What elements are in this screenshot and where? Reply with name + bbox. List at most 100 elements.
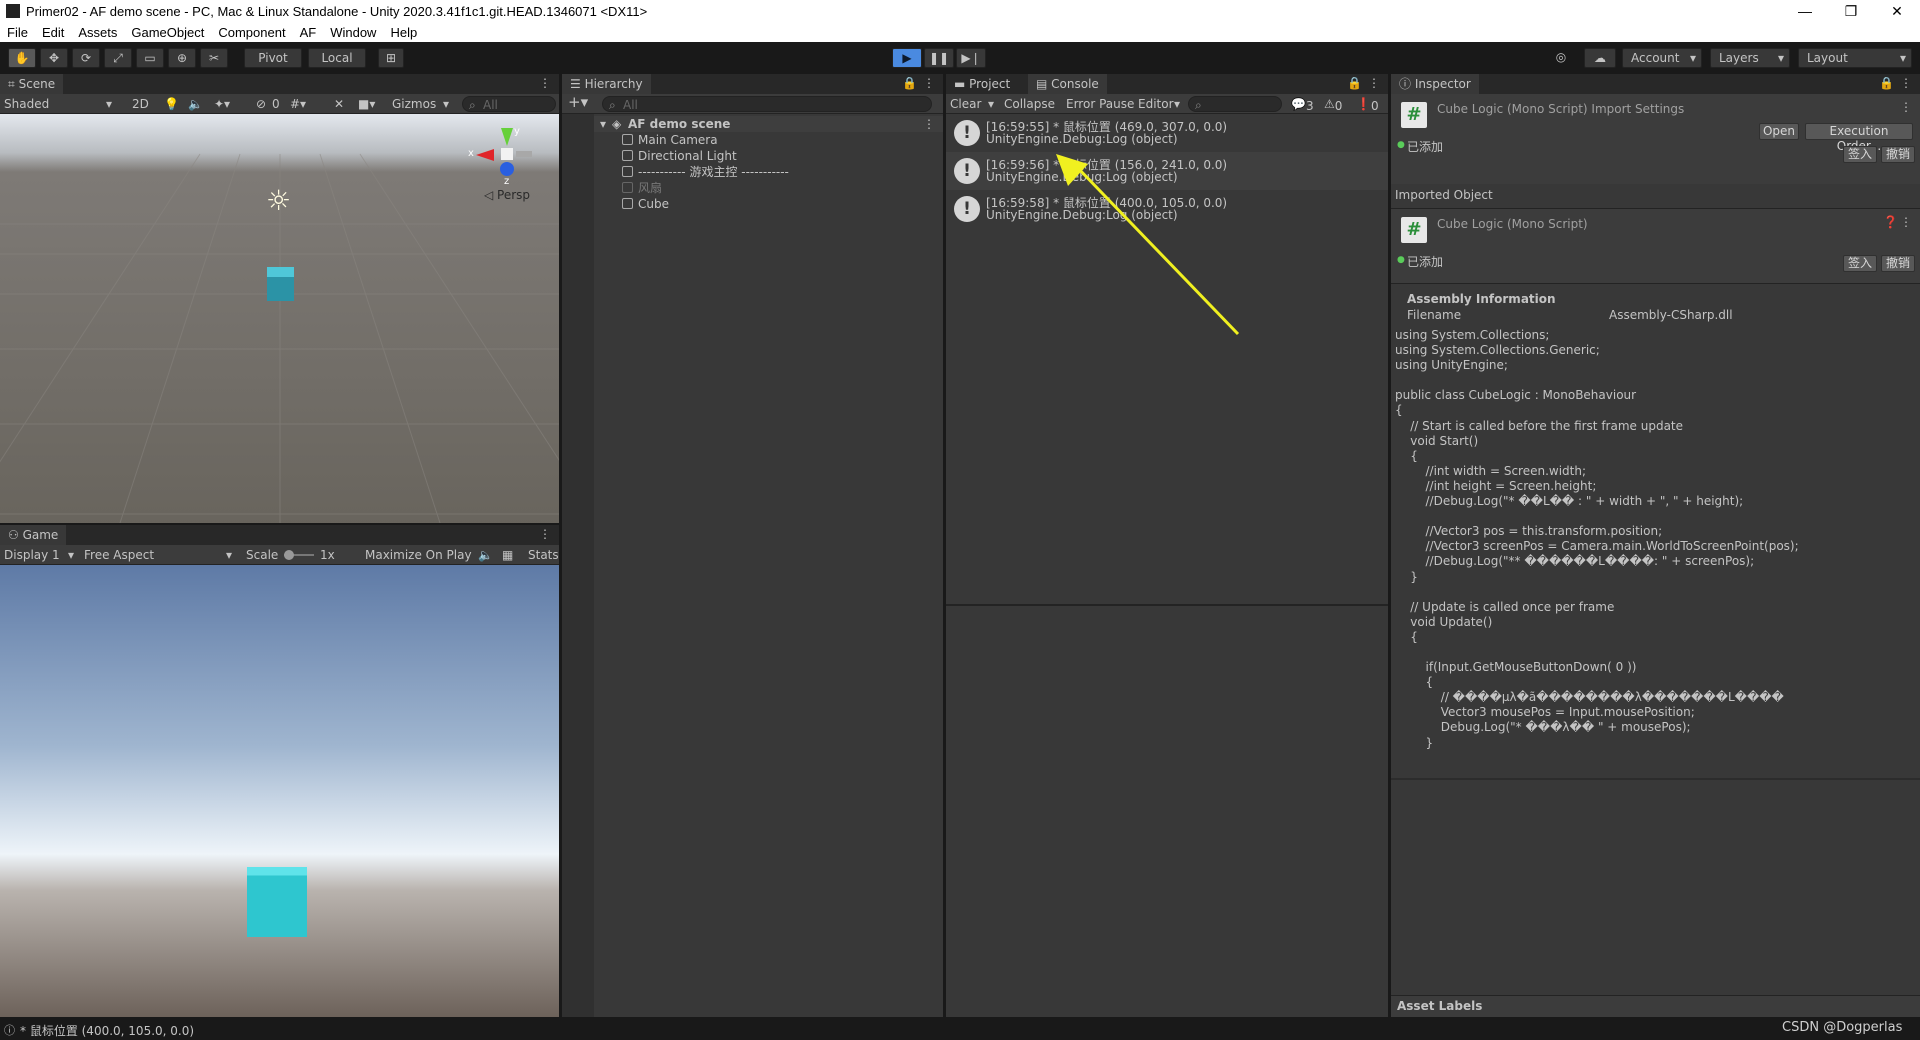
menu-gameobject[interactable]: GameObject — [124, 25, 211, 40]
kebab-menu-icon[interactable]: ⋮ — [923, 116, 935, 132]
custom-tool-icon[interactable]: ✂ — [200, 48, 228, 68]
tab-inspector[interactable]: ⓘ Inspector — [1391, 74, 1479, 94]
help-icon[interactable]: ❓ — [1883, 215, 1898, 229]
effects-dropdown-icon[interactable]: ✦▾ — [214, 96, 230, 112]
editor-dropdown[interactable]: Editor — [1138, 96, 1174, 112]
pivot-toggle[interactable]: Pivot — [244, 48, 302, 68]
menu-component[interactable]: Component — [211, 25, 292, 40]
cube-object-game[interactable] — [247, 867, 307, 937]
asset-labels-bar[interactable]: Asset Labels — [1391, 995, 1920, 1017]
grid-toggle-icon[interactable]: #▾ — [290, 96, 306, 112]
tab-console[interactable]: ▤ Console — [1028, 74, 1107, 94]
tools-icon[interactable]: ✕ — [334, 96, 344, 112]
hierarchy-item-game-controller[interactable]: ----------- 游戏主控 ----------- — [622, 164, 789, 180]
kebab-menu-icon[interactable]: ⋮ — [1900, 100, 1912, 114]
camera-dropdown-icon[interactable]: ■▾ — [358, 96, 375, 112]
tab-scene[interactable]: ⌗ Scene — [0, 74, 64, 94]
tab-hierarchy[interactable]: ☰ Hierarchy — [562, 74, 651, 94]
display-dropdown[interactable]: Display 1 — [4, 547, 60, 563]
shading-mode-dropdown[interactable]: Shaded — [4, 96, 49, 112]
tab-project[interactable]: ▬ Project — [946, 74, 1019, 94]
scene-root-row[interactable]: ▾ ◈ AF demo scene ⋮ — [594, 116, 943, 132]
lock-icon[interactable]: 🔒 — [1879, 76, 1894, 90]
stats-toggle[interactable]: Stats — [528, 547, 559, 563]
hierarchy-item-cube[interactable]: Cube — [622, 196, 669, 212]
scale-tool-icon[interactable]: ⤢ — [104, 48, 132, 68]
chevron-down-icon[interactable]: ▾ — [988, 96, 994, 112]
menu-file[interactable]: File — [0, 25, 35, 40]
console-split-divider[interactable] — [946, 604, 1388, 606]
gizmo-neg-x[interactable] — [516, 151, 532, 157]
step-button[interactable]: ▶❘ — [956, 48, 986, 68]
tab-game[interactable]: ⚇ Game — [0, 525, 67, 545]
execution-order-button[interactable]: Execution Order... — [1805, 123, 1913, 153]
rotate-tool-icon[interactable]: ⟳ — [72, 48, 100, 68]
kebab-menu-icon[interactable]: ⋮ — [1900, 215, 1912, 229]
open-button[interactable]: Open — [1759, 123, 1799, 140]
play-button[interactable]: ▶ — [892, 48, 922, 68]
account-dropdown[interactable]: Account ▾ — [1622, 48, 1702, 68]
hierarchy-item-main-camera[interactable]: Main Camera — [622, 132, 718, 148]
gizmo-center-cube[interactable] — [501, 148, 513, 160]
revert-button[interactable]: 撤销 — [1881, 255, 1915, 272]
log-count-toggle[interactable]: 💬 3 — [1291, 96, 1314, 113]
menu-assets[interactable]: Assets — [71, 25, 124, 40]
lock-icon[interactable]: 🔒 — [902, 76, 917, 90]
scene-viewport[interactable]: ☼ y x z ◁ Persp — [0, 114, 559, 523]
mute-audio-icon[interactable]: 🔈 — [478, 547, 493, 563]
status-message[interactable]: * 鼠标位置 (400.0, 105.0, 0.0) — [20, 1022, 194, 1039]
kebab-menu-icon[interactable]: ⋮ — [923, 76, 935, 90]
pause-button[interactable]: ❚❚ — [924, 48, 954, 68]
clear-button[interactable]: Clear — [950, 96, 981, 112]
cube-object[interactable] — [267, 267, 294, 301]
layout-dropdown[interactable]: Layout ▾ — [1798, 48, 1912, 68]
directional-light-icon[interactable]: ☼ — [266, 184, 291, 217]
log-entry[interactable]: ! [16:59:55] * 鼠标位置 (469.0, 307.0, 0.0) … — [946, 114, 1388, 152]
local-toggle[interactable]: Local — [308, 48, 366, 68]
scale-slider-handle[interactable] — [284, 550, 294, 560]
error-pause-toggle[interactable]: Error Pause — [1066, 96, 1134, 112]
move-tool-icon[interactable]: ✥ — [40, 48, 68, 68]
hand-tool-icon[interactable]: ✋ — [8, 48, 36, 68]
hierarchy-item-directional-light[interactable]: Directional Light — [622, 148, 737, 164]
minimize-button[interactable]: — — [1782, 0, 1828, 22]
cloud-icon[interactable]: ☁ — [1584, 48, 1616, 68]
gizmos-dropdown[interactable]: Gizmos — [392, 96, 436, 112]
close-button[interactable]: ✕ — [1874, 0, 1920, 22]
grid-snap-icon[interactable]: ⊞ — [378, 48, 404, 68]
kebab-menu-icon[interactable]: ⋮ — [539, 76, 551, 90]
audio-toggle-icon[interactable]: 🔈 — [188, 96, 203, 112]
menu-window[interactable]: Window — [323, 25, 383, 40]
gizmo-z-arrow[interactable] — [500, 162, 514, 176]
scene-gizmo[interactable]: y x z ◁ Persp — [468, 126, 544, 202]
kebab-menu-icon[interactable]: ⋮ — [1900, 76, 1912, 90]
kebab-menu-icon[interactable]: ⋮ — [539, 527, 551, 541]
hidden-objects-icon[interactable]: ⊘ — [256, 96, 266, 112]
gizmo-y-arrow[interactable] — [501, 128, 513, 146]
lighting-toggle-icon[interactable]: 💡 — [164, 96, 179, 112]
menu-edit[interactable]: Edit — [35, 25, 71, 40]
hierarchy-search-input[interactable]: ⌕ All — [602, 96, 932, 112]
console-search-input[interactable]: ⌕ — [1188, 96, 1282, 112]
layers-dropdown[interactable]: Layers ▾ — [1710, 48, 1790, 68]
warning-count-toggle[interactable]: ⚠ 0 — [1324, 96, 1342, 113]
rect-tool-icon[interactable]: ▭ — [136, 48, 164, 68]
game-viewport[interactable] — [0, 565, 559, 1017]
checkin-button[interactable]: 签入 — [1843, 146, 1877, 163]
error-count-toggle[interactable]: ❗ 0 — [1356, 96, 1379, 113]
hierarchy-item-fan[interactable]: 风扇 — [622, 180, 662, 196]
scene-search-input[interactable]: ⌕ All — [462, 96, 556, 112]
menu-help[interactable]: Help — [383, 25, 424, 40]
checkin-button[interactable]: 签入 — [1843, 255, 1877, 272]
menu-af[interactable]: AF — [293, 25, 324, 40]
maximize-on-play-toggle[interactable]: Maximize On Play — [365, 547, 472, 563]
gizmo-x-arrow[interactable] — [476, 149, 494, 161]
kebab-menu-icon[interactable]: ⋮ — [1368, 76, 1380, 90]
2d-toggle[interactable]: 2D — [132, 96, 149, 112]
restore-button[interactable]: ❐ — [1828, 0, 1874, 22]
add-object-button[interactable]: +▾ — [568, 94, 588, 110]
transform-tool-icon[interactable]: ⊕ — [168, 48, 196, 68]
revert-button[interactable]: 撤销 — [1881, 146, 1915, 163]
collapse-toggle[interactable]: Collapse — [1004, 96, 1055, 112]
lock-icon[interactable]: 🔒 — [1347, 76, 1362, 90]
